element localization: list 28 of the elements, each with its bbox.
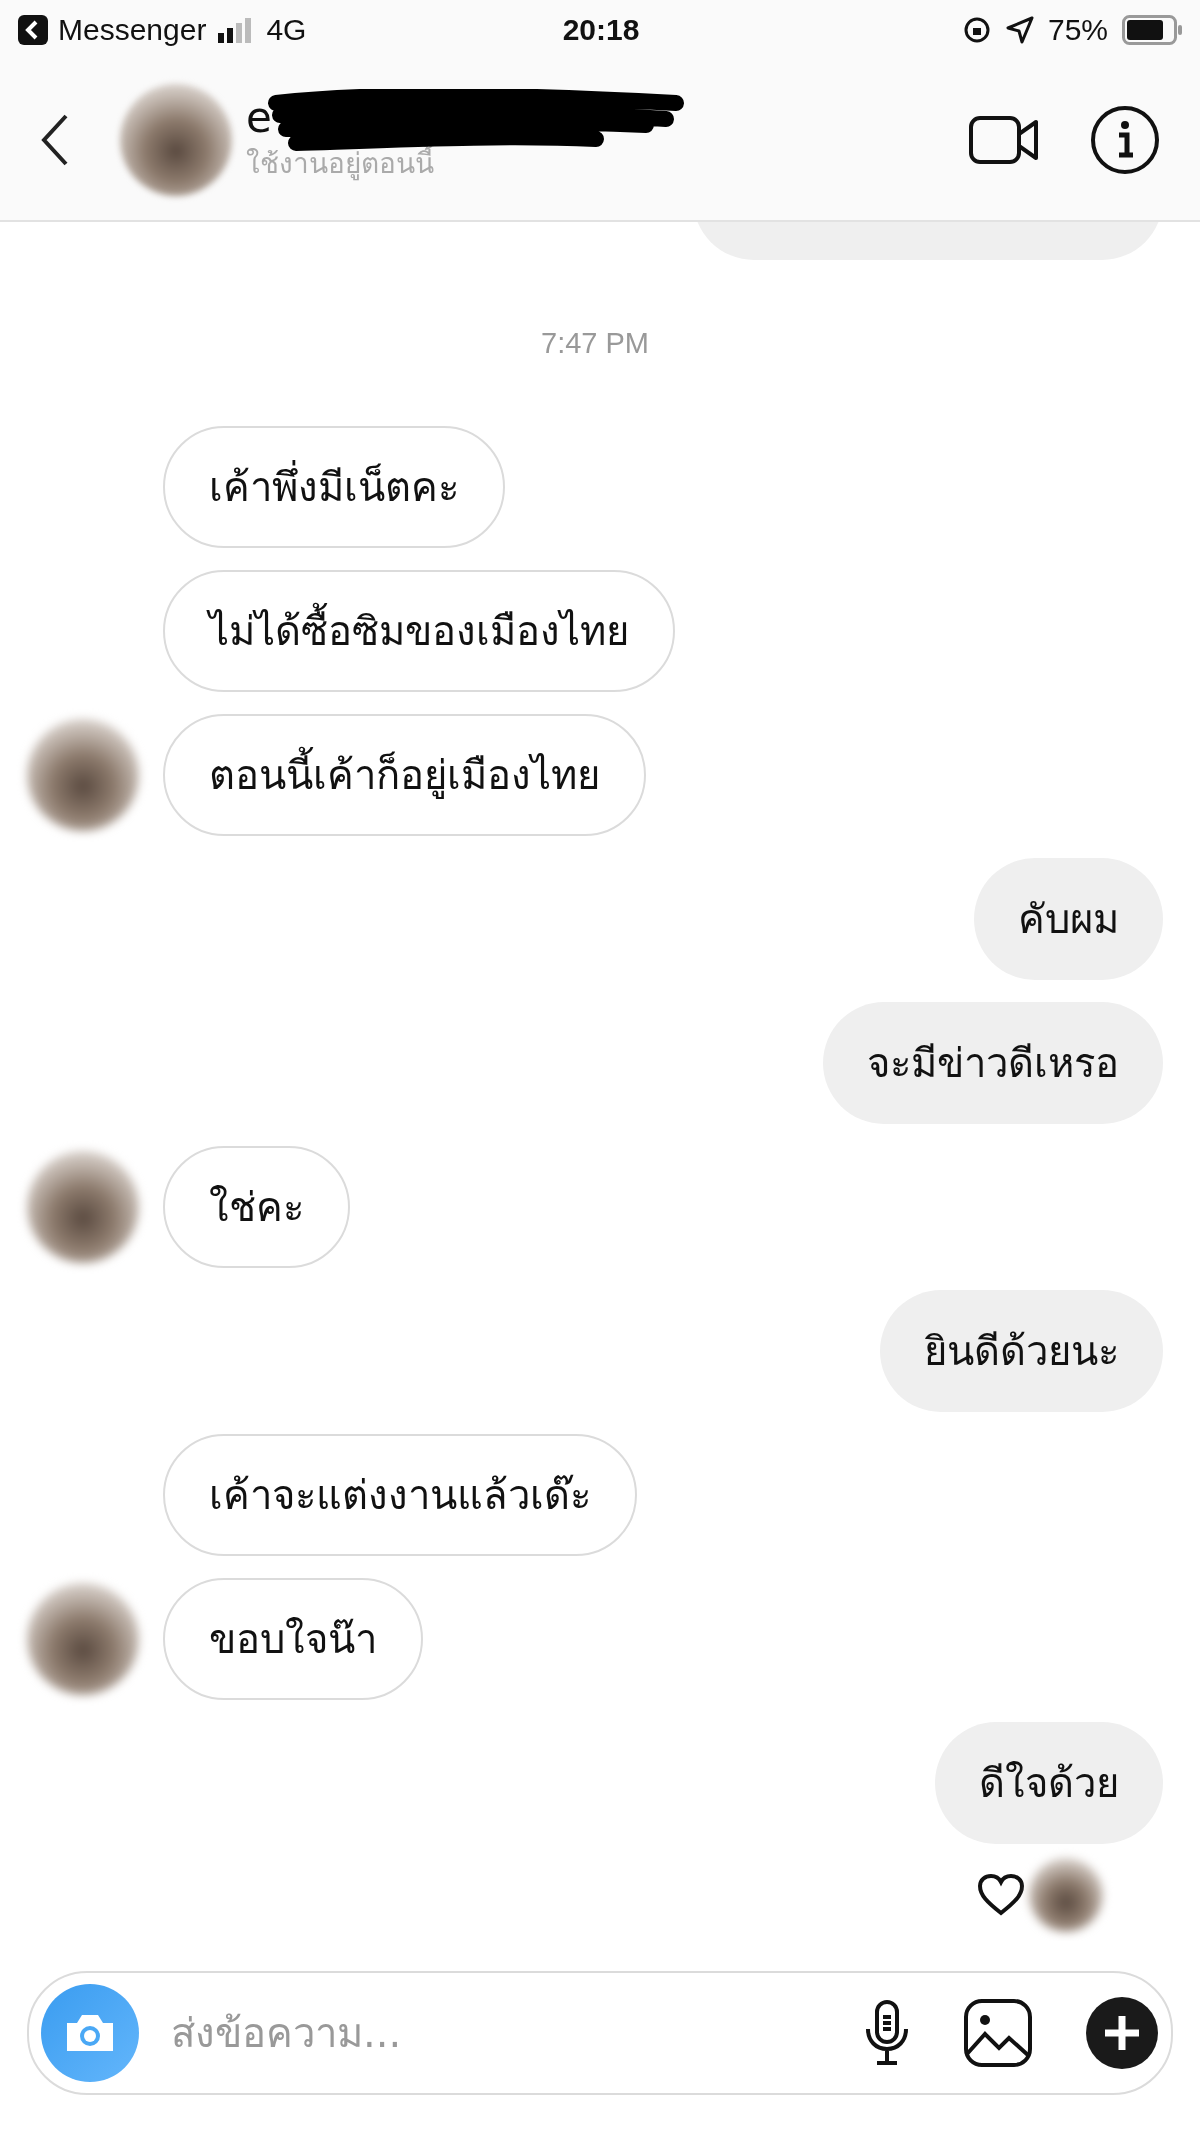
message-bubble: จะมีข่าวดีเหรอ bbox=[823, 1002, 1163, 1124]
gallery-icon[interactable] bbox=[963, 1998, 1033, 2068]
message-bubble: เค้าพึ่งมีเน็ตคะ bbox=[163, 426, 505, 548]
active-status: ใช้งานอยู่ตอนนี้ bbox=[246, 145, 434, 183]
info-icon[interactable] bbox=[1090, 105, 1160, 175]
message-bubble: ใช่คะ bbox=[163, 1146, 350, 1268]
location-icon bbox=[1005, 16, 1034, 44]
back-app-label[interactable]: Messenger bbox=[58, 13, 207, 47]
message-bubble: ดีใจด้วย bbox=[935, 1722, 1163, 1844]
timestamp: 7:47 PM bbox=[541, 326, 649, 360]
message-bubble: ยินดีด้วยนะ bbox=[880, 1290, 1163, 1412]
camera-button[interactable] bbox=[41, 1984, 139, 2082]
battery-label: 75% bbox=[1047, 13, 1108, 47]
contact-name: e bbox=[246, 94, 273, 142]
message-bubble: ตอนนี้เค้าก็อยู่เมืองไทย bbox=[163, 714, 646, 836]
back-icon[interactable] bbox=[18, 15, 48, 45]
network-label: 4G bbox=[266, 13, 307, 47]
microphone-icon[interactable] bbox=[863, 1999, 911, 2067]
back-icon[interactable] bbox=[40, 113, 70, 167]
clock: 20:18 bbox=[562, 13, 640, 47]
message-bubble: ไม่ได้ซื้อซิมของเมืองไทย bbox=[163, 570, 675, 692]
message-bubble: คับผม bbox=[974, 858, 1163, 980]
message-input[interactable]: ส่งข้อความ... bbox=[169, 2009, 863, 2057]
heart-icon bbox=[977, 1873, 1025, 1917]
plus-button[interactable] bbox=[1085, 1996, 1159, 2070]
battery-icon bbox=[1122, 15, 1184, 45]
message-bubble: เค้าจะแต่งงานแล้วเด๊ะ bbox=[163, 1434, 637, 1556]
message-bubble: ขอบใจน๊า bbox=[163, 1578, 423, 1700]
